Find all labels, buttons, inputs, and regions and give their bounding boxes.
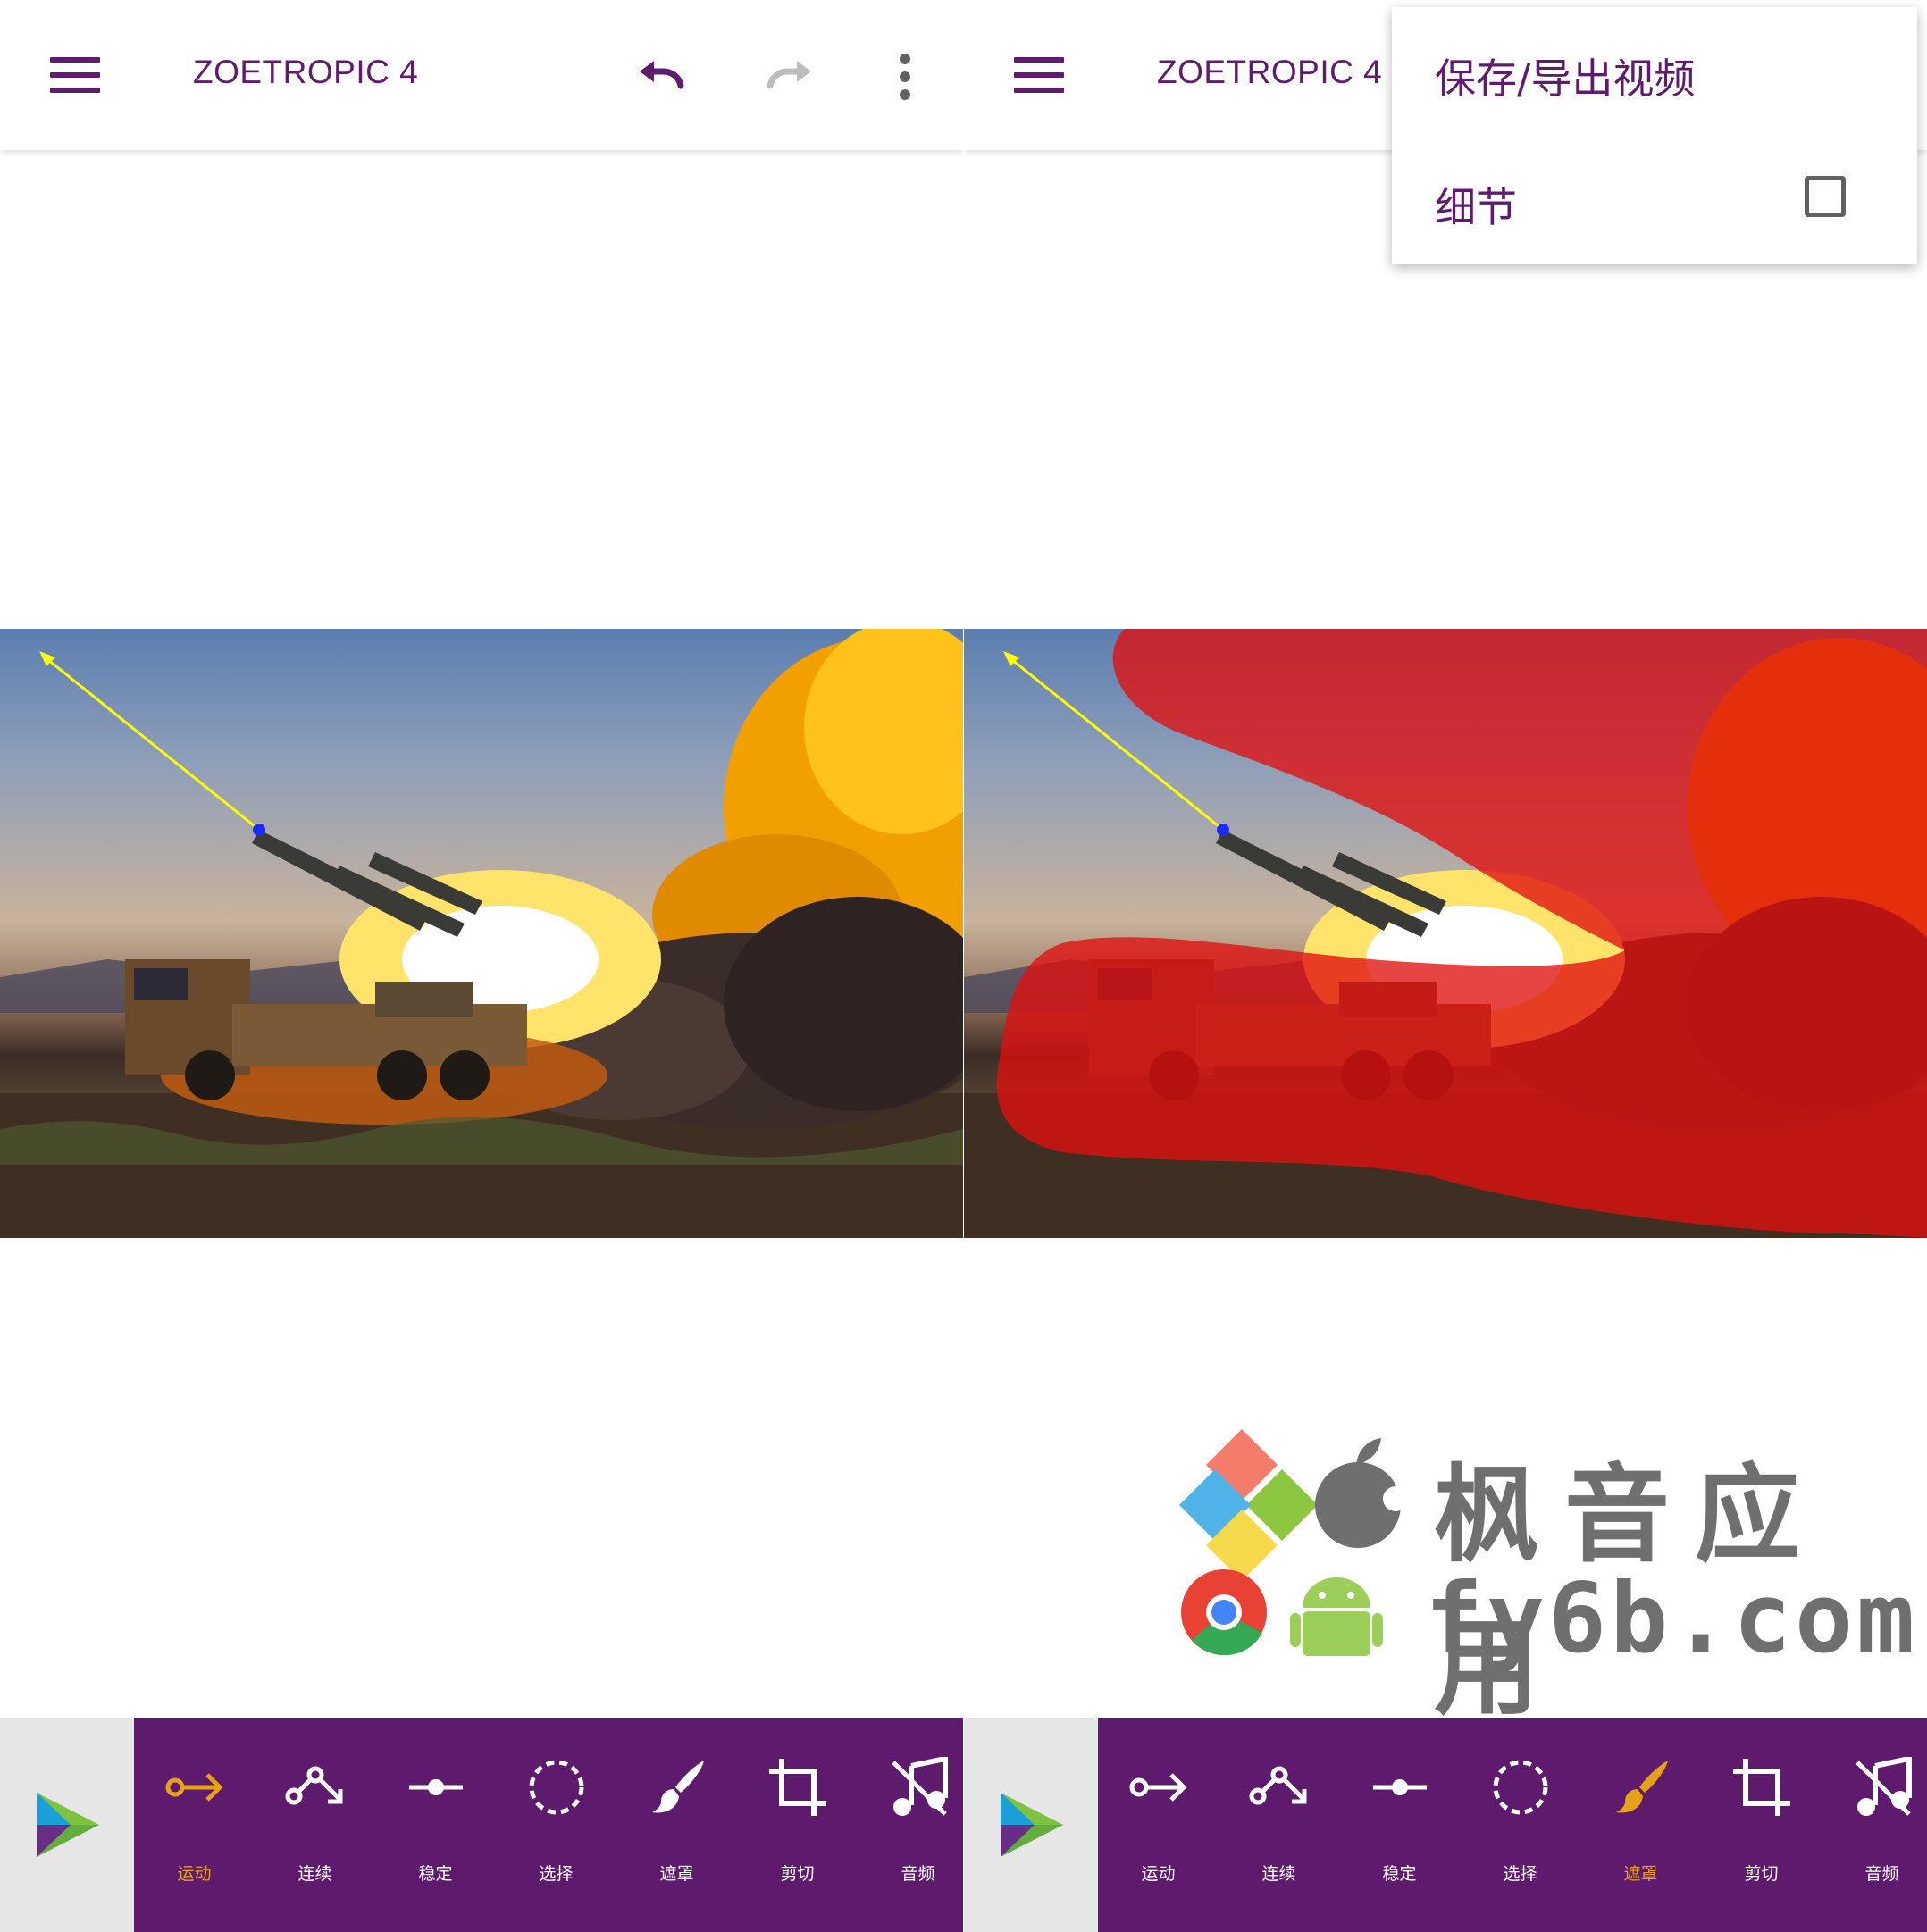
tool-stabilize[interactable]: 稳定: [375, 1718, 496, 1932]
tool-crop[interactable]: 剪切: [1701, 1718, 1822, 1932]
tools-row: 运动 连续 稳定 选择 遮罩 剪切 音频: [134, 1718, 963, 1932]
tool-select[interactable]: 选择: [1460, 1718, 1580, 1932]
dashed-circle-select-icon: [529, 1760, 584, 1815]
tool-bar: 运动 连续 稳定 选择 遮罩 剪切 音频: [964, 1718, 1927, 1932]
tool-stabilize[interactable]: 稳定: [1339, 1718, 1460, 1932]
tool-label: 音频: [901, 1864, 935, 1884]
play-icon: [37, 1793, 99, 1857]
more-vert-icon[interactable]: [876, 48, 934, 105]
tool-sequence[interactable]: 连续: [255, 1718, 375, 1932]
tool-label: 音频: [1864, 1864, 1899, 1884]
play-button[interactable]: [964, 1718, 1098, 1932]
tool-label: 稳定: [418, 1864, 453, 1884]
tool-label: 遮罩: [1623, 1864, 1658, 1884]
motion-arrow-icon: [1129, 1773, 1187, 1802]
android-logo-icon: [1290, 1577, 1383, 1656]
play-button[interactable]: [0, 1718, 134, 1932]
watermark: 枫音应用 fy6b.com: [1179, 1429, 1914, 1729]
tool-label: 运动: [177, 1864, 212, 1884]
tool-label: 连续: [1261, 1864, 1296, 1884]
tool-label: 遮罩: [659, 1864, 694, 1884]
tool-select[interactable]: 选择: [496, 1718, 616, 1932]
tool-motion[interactable]: 运动: [1098, 1718, 1219, 1932]
tool-mask[interactable]: 遮罩: [616, 1718, 737, 1932]
tool-audio[interactable]: 音频: [858, 1718, 963, 1932]
tool-bar: 运动 连续 稳定 选择 遮罩 剪切 音频: [0, 1718, 963, 1932]
app-bar: ZOETROPIC 4: [0, 0, 963, 150]
tool-label: 连续: [297, 1864, 332, 1884]
windows-logo-icon: [1179, 1429, 1318, 1581]
crop-icon: [769, 1759, 826, 1816]
undo-icon[interactable]: [633, 48, 690, 105]
screen-left: ZOETROPIC 4 运动 连续 稳定 选择 遮罩 剪切 音频: [0, 0, 963, 1932]
brush-mask-icon: [1616, 1761, 1668, 1813]
photo-canvas[interactable]: [964, 629, 1927, 1238]
app-title: ZOETROPIC 4: [193, 54, 419, 90]
hamburger-menu-icon[interactable]: [1014, 57, 1064, 93]
tool-label: 稳定: [1382, 1864, 1417, 1884]
photo-canvas[interactable]: [0, 629, 963, 1238]
anchor-point-icon: [1373, 1779, 1427, 1795]
watermark-text-url: fy6b.com: [1425, 1563, 1919, 1675]
tool-audio[interactable]: 音频: [1822, 1718, 1927, 1932]
tool-label: 剪切: [1744, 1864, 1779, 1884]
brush-mask-icon: [652, 1761, 704, 1813]
app-title: ZOETROPIC 4: [1157, 54, 1383, 90]
tool-sequence[interactable]: 连续: [1219, 1718, 1339, 1932]
tool-crop[interactable]: 剪切: [737, 1718, 858, 1932]
tool-label: 选择: [539, 1864, 574, 1884]
music-off-icon: [1856, 1757, 1912, 1816]
menu-item-save-export[interactable]: 保存/导出视频: [1392, 7, 1917, 136]
dashed-circle-select-icon: [1493, 1760, 1548, 1815]
crop-icon: [1733, 1759, 1790, 1816]
tool-mask[interactable]: 遮罩: [1580, 1718, 1701, 1932]
menu-item-label: 细节: [1435, 183, 1517, 231]
details-checkbox[interactable]: [1805, 176, 1846, 217]
tool-label: 选择: [1503, 1864, 1537, 1884]
sequence-path-icon: [1249, 1766, 1307, 1805]
overflow-menu: 保存/导出视频 细节: [1392, 7, 1917, 264]
sequence-path-icon: [285, 1766, 343, 1805]
hamburger-menu-icon[interactable]: [50, 57, 100, 93]
tools-row: 运动 连续 稳定 选择 遮罩 剪切 音频: [1098, 1718, 1927, 1932]
motion-arrow-icon: [165, 1773, 223, 1802]
tool-motion[interactable]: 运动: [134, 1718, 255, 1932]
tool-label: 运动: [1141, 1864, 1176, 1884]
menu-item-details[interactable]: 细节: [1392, 136, 1917, 264]
redo-icon[interactable]: [761, 48, 818, 105]
anchor-point-icon: [409, 1779, 463, 1795]
chrome-logo-icon: [1181, 1569, 1267, 1656]
tool-label: 剪切: [780, 1864, 815, 1884]
apple-logo-icon: [1315, 1438, 1408, 1548]
menu-item-label: 保存/导出视频: [1435, 54, 1696, 103]
music-off-icon: [892, 1757, 948, 1816]
play-icon: [1001, 1793, 1063, 1857]
